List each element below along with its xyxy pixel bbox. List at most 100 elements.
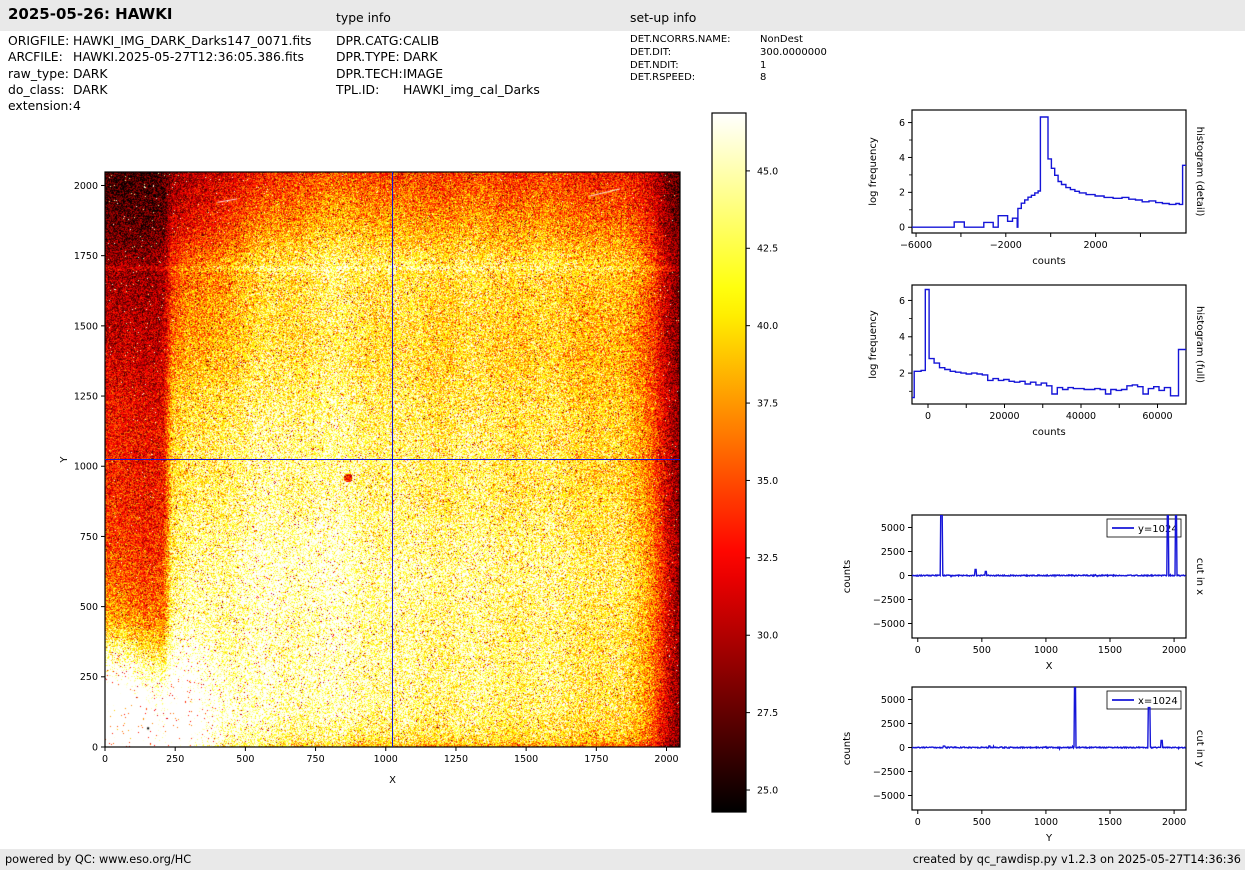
footer-powered-by: powered by QC: www.eso.org/HC [5,853,191,866]
series-line [912,290,1186,398]
y-tick-label: −5000 [873,791,905,802]
y-tick-label: 0 [92,742,98,753]
y-tick-label: 2500 [881,547,905,558]
y-tick-label: 4 [899,332,905,343]
colorbar-tick-label: 40.0 [757,321,778,332]
x-axis-label: counts [1032,256,1065,267]
metadata-label: raw_type: [8,66,73,82]
metadata-value: 4 [73,98,81,113]
x-tick-label: −6000 [900,240,932,251]
metadata-label: DPR.TECH: [336,66,403,82]
y-axis-label: counts [842,732,853,765]
x-tick-label: 1750 [584,754,608,765]
metadata-label: DPR.TYPE: [336,49,403,65]
colorbar-tick-label: 37.5 [757,398,778,409]
y-tick-label: 1250 [74,391,98,402]
x-axis-label: X [1046,661,1053,672]
footer-created-by: created by qc_rawdisp.py v1.2.3 on 2025-… [913,853,1241,866]
metadata-value: 8 [760,72,766,83]
metadata-label: ARCFILE: [8,49,73,65]
x-tick-label: 0 [915,645,921,656]
colorbar-tick-label: 45.0 [757,166,778,177]
axes-frame [912,687,1186,810]
y-tick-label: 2500 [881,719,905,730]
x-tick-label: 1000 [374,754,398,765]
y-axis-label: log frequency [868,310,879,379]
metadata-label: TPL.ID: [336,82,403,98]
metadata-value: DARK [403,49,438,64]
colorbar-tick-label: 27.5 [757,708,778,719]
x-tick-label: 1250 [444,754,468,765]
x-tick-label: 60000 [1142,411,1172,422]
axes-frame [912,285,1186,404]
y-tick-label: 1000 [74,462,98,473]
metadata-row: DET.DIT:300.0000000 [630,47,827,60]
y-tick-label: 1500 [74,321,98,332]
x-axis-label: X [389,775,396,786]
y-tick-label: 4 [899,153,905,164]
setup-info-heading: set-up info [630,10,696,25]
colorbar-tick-label: 42.5 [757,244,778,255]
metadata-value: HAWKI_img_cal_Darks [403,82,540,97]
x-tick-label: 500 [973,645,991,656]
x-tick-label: 250 [166,754,184,765]
series-line [912,117,1186,227]
y-axis-label: counts [842,560,853,593]
legend: y=1024 [1107,519,1181,537]
metadata-row: DPR.TECH:IMAGE [336,66,540,82]
colorbar-tick-label: 35.0 [757,476,778,487]
metadata-label: DET.NDIT: [630,60,760,73]
x-tick-label: 2000 [654,754,678,765]
metadata-value: HAWKI_IMG_DARK_Darks147_0071.fits [73,33,312,48]
type-info-block: DPR.CATG:CALIBDPR.TYPE:DARKDPR.TECH:IMAG… [336,33,540,98]
x-tick-label: 0 [102,754,108,765]
metadata-label: DET.DIT: [630,47,760,60]
metadata-row: ORIGFILE:HAWKI_IMG_DARK_Darks147_0071.fi… [8,33,312,49]
legend-label: x=1024 [1138,696,1178,707]
series-line [912,515,1186,577]
y-tick-label: 0 [899,223,905,234]
x-tick-label: 500 [973,817,991,828]
header-bar [0,0,1245,31]
metadata-row: DPR.CATG:CALIB [336,33,540,49]
metadata-row: DET.RSPEED:8 [630,72,827,85]
metadata-label: DET.RSPEED: [630,72,760,85]
metadata-value: HAWKI.2025-05-27T12:36:05.386.fits [73,49,304,64]
colorbar [712,113,746,812]
y-tick-label: 0 [899,571,905,582]
type-info-heading: type info [336,10,391,25]
y-tick-label: 5000 [881,695,905,706]
x-tick-label: 1000 [1034,817,1058,828]
metadata-value: DARK [73,66,108,81]
metadata-row: DET.NCORRS.NAME:NonDest [630,34,827,47]
x-tick-label: 0 [915,817,921,828]
metadata-value: IMAGE [403,66,443,81]
file-info-block: ORIGFILE:HAWKI_IMG_DARK_Darks147_0071.fi… [8,33,312,114]
metadata-label: extension: [8,98,73,114]
x-tick-label: 2000 [1162,645,1186,656]
y-tick-label: 2 [899,369,905,380]
metadata-value: 1 [760,60,766,71]
y-axis-label: Y [59,456,70,464]
y-axis-label: log frequency [868,137,879,206]
metadata-value: CALIB [403,33,439,48]
metadata-row: extension:4 [8,98,312,114]
metadata-value: 300.0000000 [760,47,827,58]
y-tick-label: 6 [899,296,905,307]
metadata-label: do_class: [8,82,73,98]
metadata-label: ORIGFILE: [8,33,73,49]
colorbar-tick-label: 25.0 [757,785,778,796]
setup-info-block: DET.NCORRS.NAME:NonDestDET.DIT:300.00000… [630,34,827,85]
y-tick-label: 250 [80,672,98,683]
metadata-row: DPR.TYPE:DARK [336,49,540,65]
series-line [912,687,1186,749]
legend: x=1024 [1107,691,1181,709]
x-tick-label: 1500 [1098,817,1122,828]
x-tick-label: 2000 [1083,240,1107,251]
y-tick-label: −2500 [873,595,905,606]
colorbar-tick-label: 30.0 [757,631,778,642]
right-axis-label: cut in x [1194,558,1205,595]
page-title: 2025-05-26: HAWKI [8,5,172,23]
x-tick-label: 1500 [514,754,538,765]
colorbar-tick-label: 32.5 [757,553,778,564]
